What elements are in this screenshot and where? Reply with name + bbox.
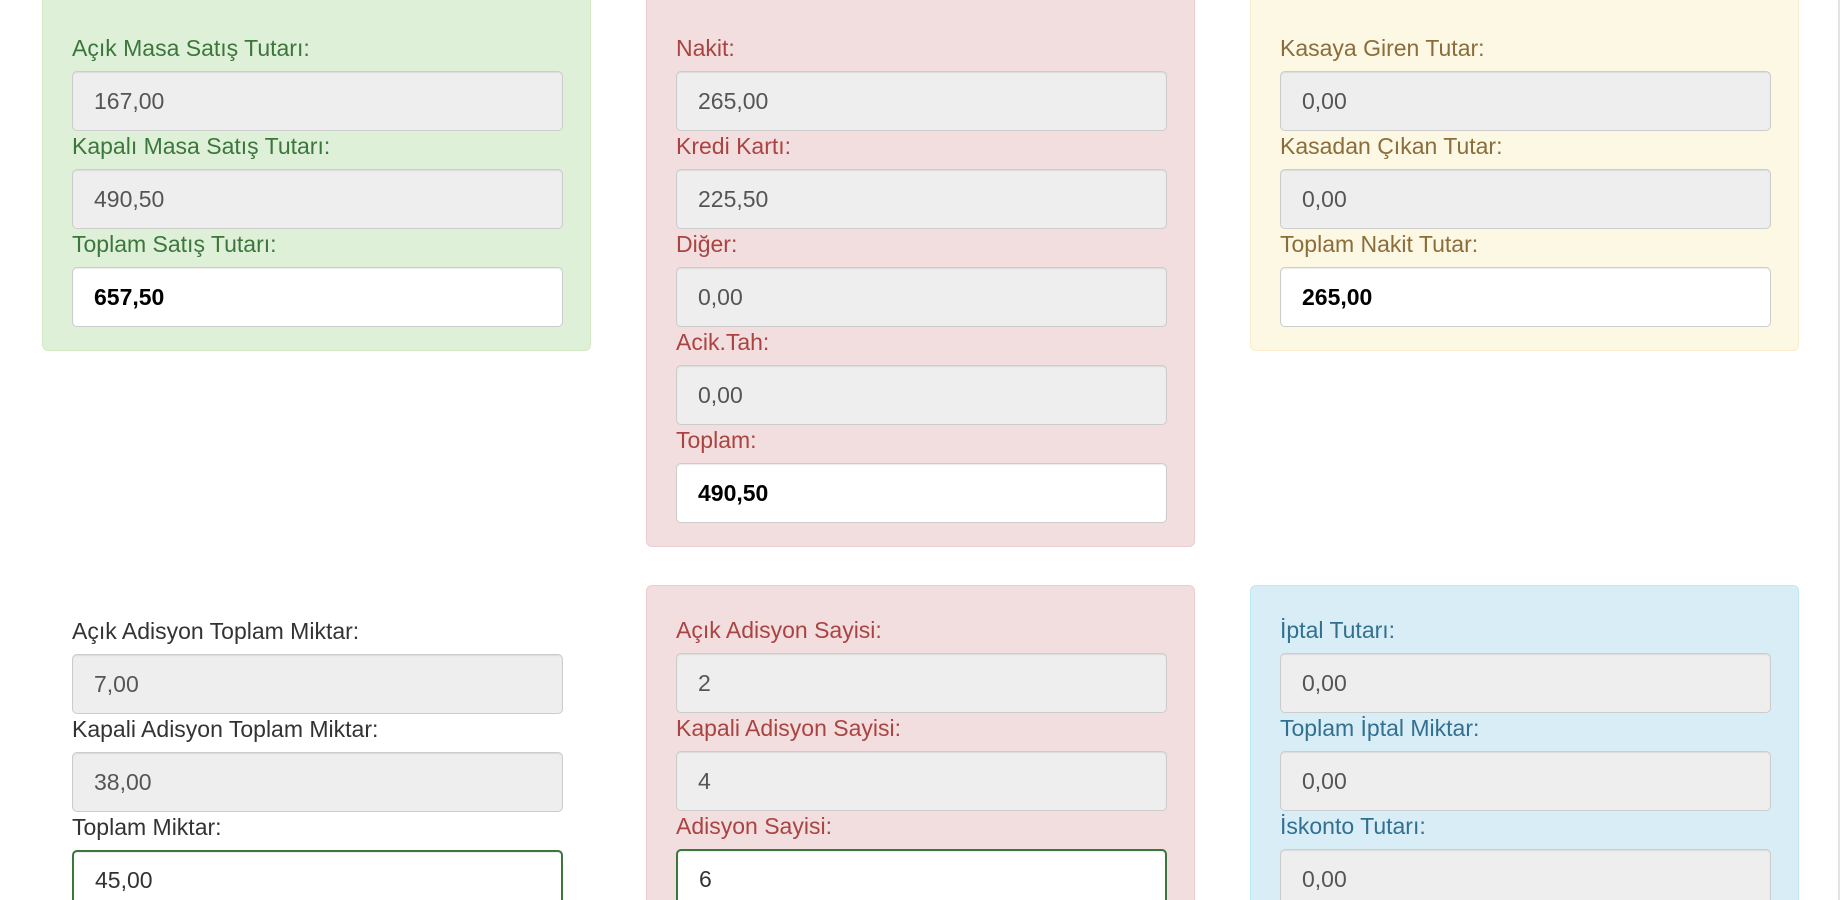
total-qty-input[interactable]: 45,00 [72,850,563,900]
credit-card-label: Kredi Kartı: [676,133,792,159]
cancel-amount-label: İptal Tutarı: [1280,617,1396,643]
cash-in-input[interactable]: 0,00 [1280,71,1771,131]
cash-in-label: Kasaya Giren Tutar: [1280,35,1485,61]
ticket-count-input[interactable]: 6 [676,849,1167,900]
ticket-count-label: Adisyon Sayisi: [676,813,832,839]
total-cancel-qty-input[interactable]: 0,00 [1280,751,1771,811]
ticket-quantities-panel: Açık Adisyon Toplam Miktar: 7,00 Kapali … [42,585,591,900]
closed-table-sales-input[interactable]: 490,50 [72,169,563,229]
closed-ticket-count-input[interactable]: 4 [676,751,1167,811]
report-page: Açık Masa Satış Tutarı: 167,00 Kapalı Ma… [0,0,1843,900]
open-ticket-qty-field: Açık Adisyon Toplam Miktar: 7,00 [72,616,563,714]
payments-total-input[interactable]: 490,50 [676,463,1167,523]
other-payment-field: Diğer: 0,00 [676,229,1167,327]
total-cash-field: Toplam Nakit Tutar: 265,00 [1280,229,1771,327]
credit-card-input[interactable]: 225,50 [676,169,1167,229]
total-sales-input[interactable]: 657,50 [72,267,563,327]
total-sales-label: Toplam Satış Tutarı: [72,231,277,257]
ticket-counts-panel: Açık Adisyon Sayisi: 2 Kapali Adisyon Sa… [646,585,1195,900]
open-ticket-qty-label: Açık Adisyon Toplam Miktar: [72,618,360,644]
closed-ticket-qty-label: Kapali Adisyon Toplam Miktar: [72,716,379,742]
total-cash-label: Toplam Nakit Tutar: [1280,231,1479,257]
cash-field: Nakit: 265,00 [676,33,1167,131]
payment-types-panel: Nakit: 265,00 Kredi Kartı: 225,50 Diğer:… [646,0,1195,547]
cash-input[interactable]: 265,00 [676,71,1167,131]
cancellations-panel: İptal Tutarı: 0,00 Toplam İptal Miktar: … [1250,585,1799,900]
sales-summary-panel: Açık Masa Satış Tutarı: 167,00 Kapalı Ma… [42,0,591,351]
total-sales-field: Toplam Satış Tutarı: 657,50 [72,229,563,327]
discount-amount-field: İskonto Tutarı: 0,00 [1280,811,1771,900]
other-payment-label: Diğer: [676,231,738,257]
closed-ticket-qty-field: Kapali Adisyon Toplam Miktar: 38,00 [72,714,563,812]
cash-out-field: Kasadan Çıkan Tutar: 0,00 [1280,131,1771,229]
total-qty-label: Toplam Miktar: [72,814,222,840]
discount-amount-input[interactable]: 0,00 [1280,849,1771,900]
open-ticket-qty-input[interactable]: 7,00 [72,654,563,714]
open-account-input[interactable]: 0,00 [676,365,1167,425]
other-payment-input[interactable]: 0,00 [676,267,1167,327]
total-cancel-qty-field: Toplam İptal Miktar: 0,00 [1280,713,1771,811]
total-qty-field: Toplam Miktar: 45,00 [72,812,563,900]
closed-table-sales-field: Kapalı Masa Satış Tutarı: 490,50 [72,131,563,229]
closed-ticket-count-field: Kapali Adisyon Sayisi: 4 [676,713,1167,811]
cash-register-panel: Kasaya Giren Tutar: 0,00 Kasadan Çıkan T… [1250,0,1799,351]
cash-out-label: Kasadan Çıkan Tutar: [1280,133,1503,159]
open-table-sales-field: Açık Masa Satış Tutarı: 167,00 [72,33,563,131]
open-account-label: Acik.Tah: [676,329,770,355]
closed-ticket-count-label: Kapali Adisyon Sayisi: [676,715,902,741]
payments-total-label: Toplam: [676,427,757,453]
cash-in-field: Kasaya Giren Tutar: 0,00 [1280,33,1771,131]
cash-label: Nakit: [676,35,735,61]
open-table-sales-label: Açık Masa Satış Tutarı: [72,35,310,61]
open-account-field: Acik.Tah: 0,00 [676,327,1167,425]
ticket-count-field: Adisyon Sayisi: 6 [676,811,1167,900]
cancel-amount-input[interactable]: 0,00 [1280,653,1771,713]
total-cash-input[interactable]: 265,00 [1280,267,1771,327]
closed-table-sales-label: Kapalı Masa Satış Tutarı: [72,133,331,159]
open-ticket-count-label: Açık Adisyon Sayisi: [676,617,882,643]
open-ticket-count-field: Açık Adisyon Sayisi: 2 [676,615,1167,713]
cash-out-input[interactable]: 0,00 [1280,169,1771,229]
payments-total-field: Toplam: 490,50 [676,425,1167,523]
discount-amount-label: İskonto Tutarı: [1280,813,1426,839]
scrollbar-edge[interactable] [1838,0,1840,900]
cancel-amount-field: İptal Tutarı: 0,00 [1280,615,1771,713]
open-table-sales-input[interactable]: 167,00 [72,71,563,131]
closed-ticket-qty-input[interactable]: 38,00 [72,752,563,812]
open-ticket-count-input[interactable]: 2 [676,653,1167,713]
total-cancel-qty-label: Toplam İptal Miktar: [1280,715,1480,741]
credit-card-field: Kredi Kartı: 225,50 [676,131,1167,229]
